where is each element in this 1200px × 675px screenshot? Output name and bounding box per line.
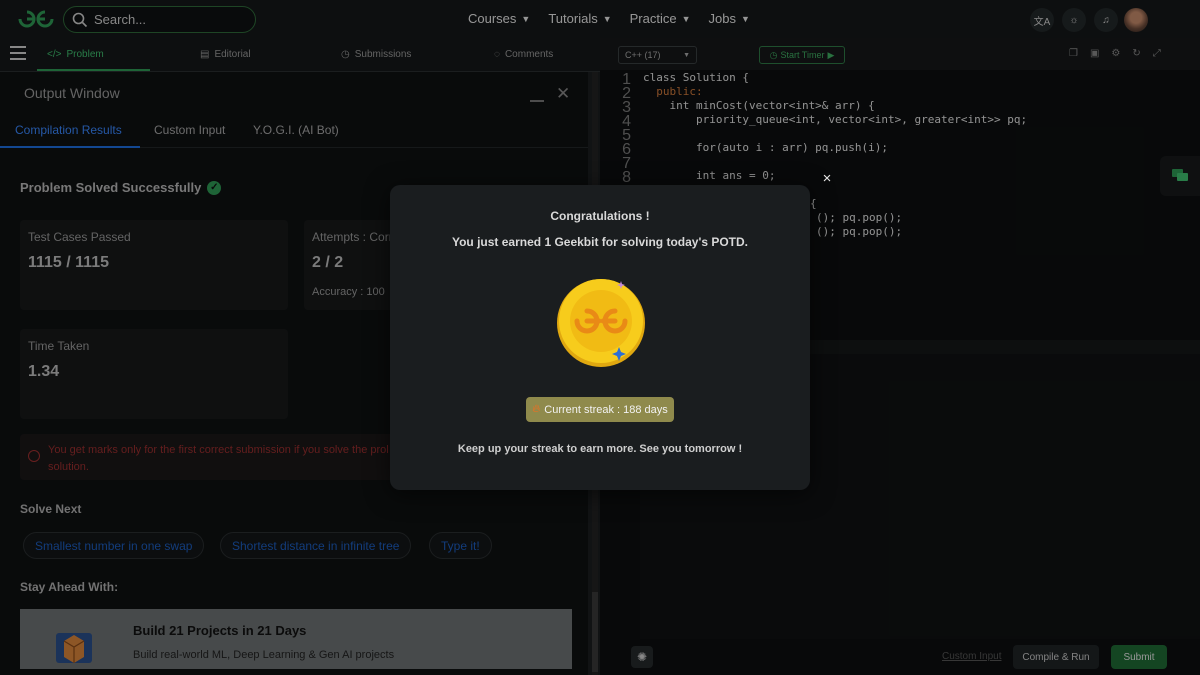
streak-badge: 🔥︎ Current streak : 188 days xyxy=(526,397,674,422)
modal-subtitle: You just earned 1 Geekbit for solving to… xyxy=(451,235,749,249)
fire-icon: 🔥︎ xyxy=(532,403,541,415)
modal-title: Congratulations ! xyxy=(550,209,650,223)
geekbit-coin-icon xyxy=(557,279,645,367)
close-icon[interactable]: × xyxy=(817,170,837,190)
modal-footer-text: Keep up your streak to earn more. See yo… xyxy=(457,443,743,455)
congrats-modal: × Congratulations ! You just earned 1 Ge… xyxy=(390,170,831,490)
